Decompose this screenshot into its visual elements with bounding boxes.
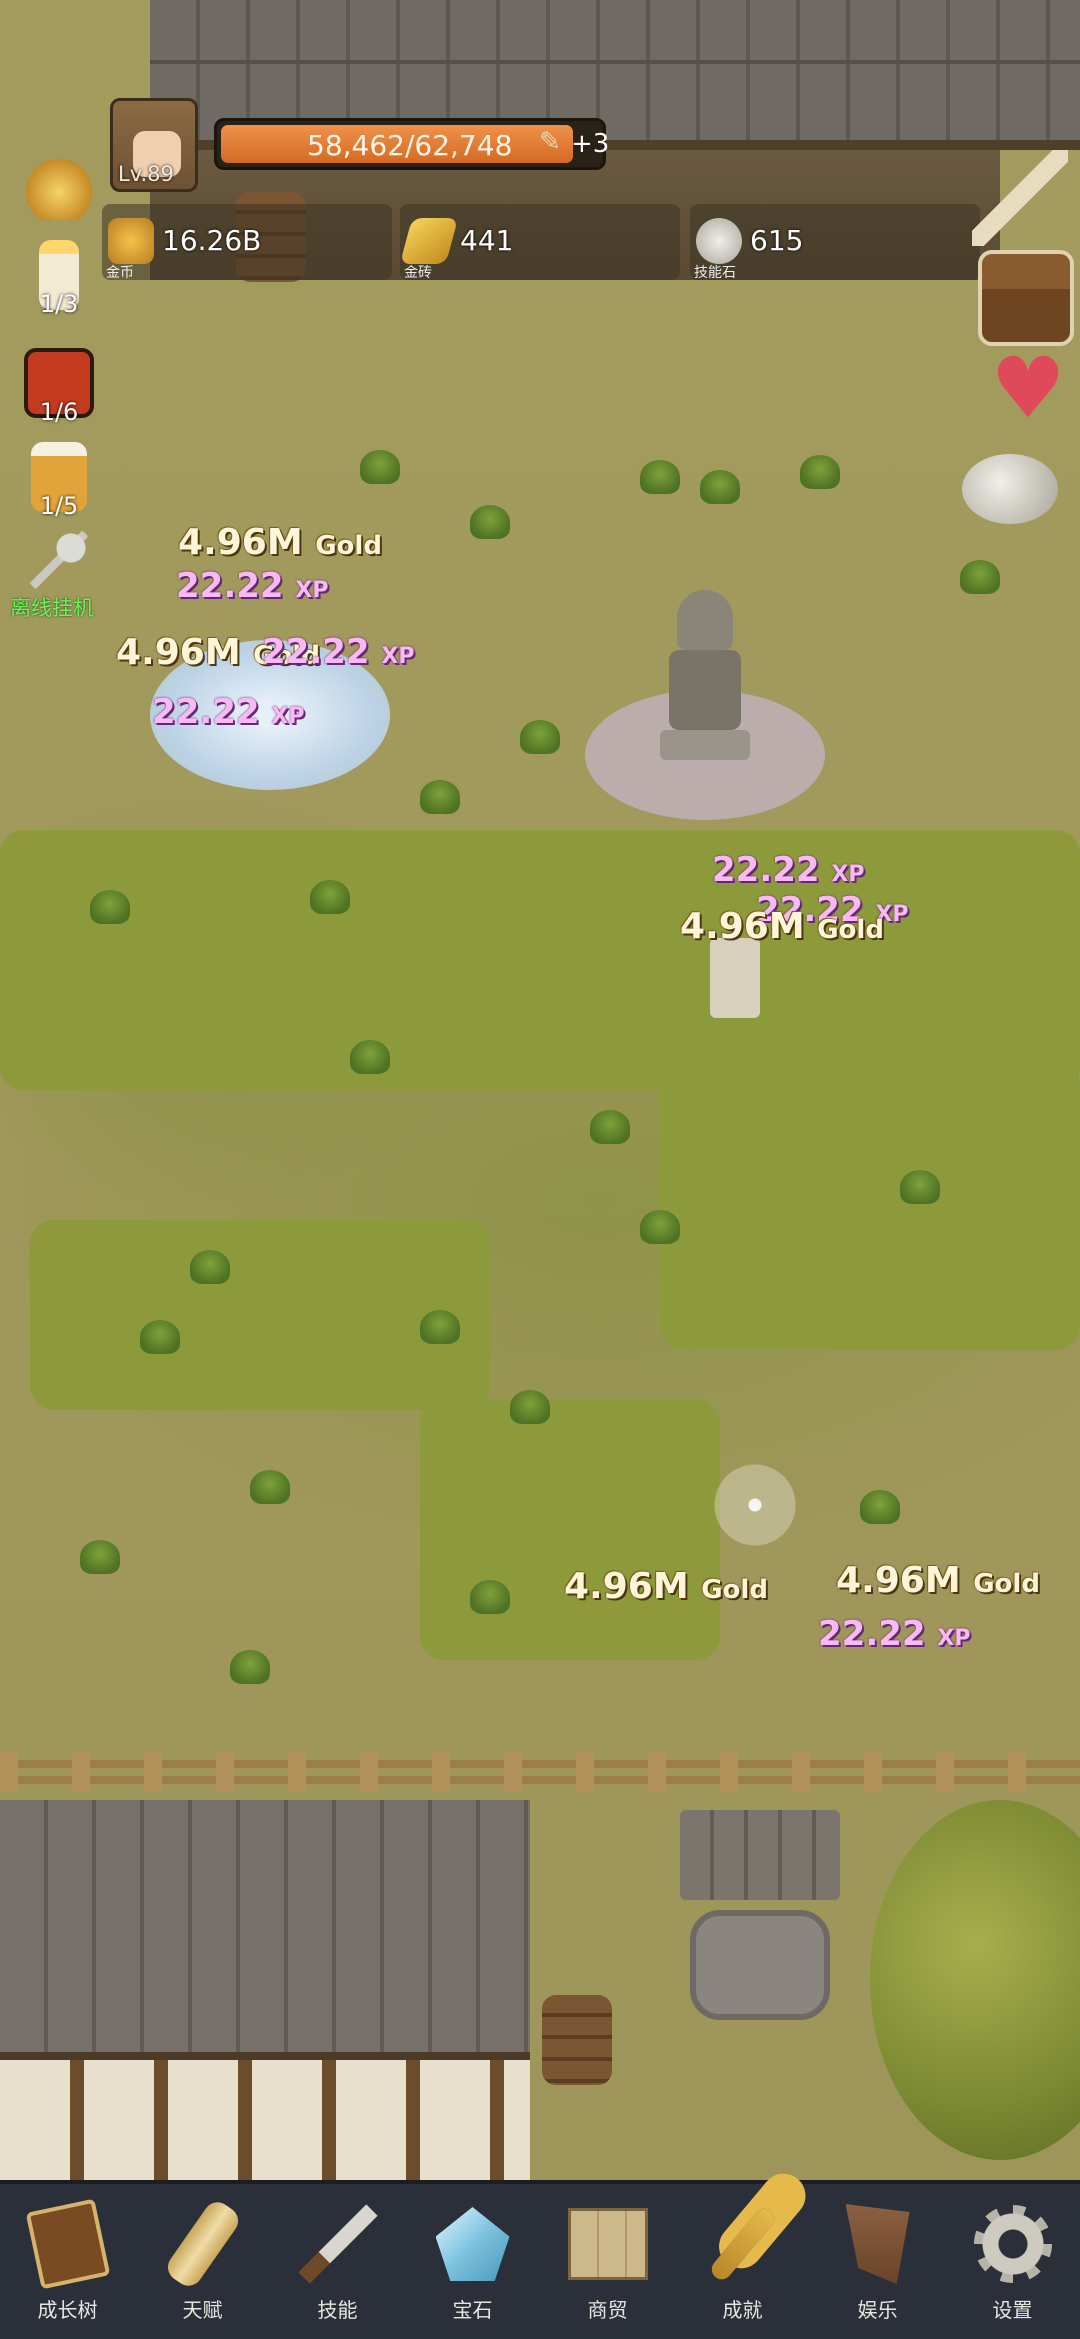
map-icon <box>562 2198 654 2290</box>
gold-coin-icon <box>108 218 154 264</box>
crop-plant <box>590 1110 630 1144</box>
dice-count: 1/6 <box>39 398 79 426</box>
crop-plant <box>420 1310 460 1344</box>
wooden-fence <box>0 1752 1080 1792</box>
grass-patch <box>660 1060 1080 1350</box>
nav-growth-tree[interactable]: 成长树 <box>0 2184 135 2339</box>
crop-plant <box>190 1250 230 1284</box>
sword-icon <box>972 150 1068 246</box>
crop-plant <box>960 560 1000 594</box>
bottom-building <box>0 1800 530 2180</box>
heart-button[interactable]: ♥ <box>980 340 1076 436</box>
nav-achievements[interactable]: 成就 <box>675 2184 810 2339</box>
crop-plant <box>860 1490 900 1524</box>
key-icon <box>29 530 89 590</box>
sparkle-effect <box>710 1460 800 1550</box>
bottom-navigation: 成长树 天赋 技能 宝石 商贸 成就 娱乐 设置 <box>0 2180 1080 2339</box>
grass-patch <box>0 830 1080 1090</box>
nav-trade[interactable]: 商贸 <box>540 2184 675 2339</box>
floating-gold-text: 4.96M Gold <box>836 1560 1040 1601</box>
resource-skill-stone[interactable]: 615 技能石 <box>690 204 980 281</box>
floating-xp-text: 22.22 XP <box>152 692 305 732</box>
gold-bar-icon <box>399 218 459 264</box>
floating-xp-text: 22.22 XP <box>262 632 415 672</box>
crop-plant <box>900 1170 940 1204</box>
treasure-chest-icon <box>982 254 1070 342</box>
sword-button[interactable] <box>972 150 1068 246</box>
xp-progress-text: 58,462/62,748 <box>307 129 513 162</box>
beer-button[interactable]: 1/5 <box>18 442 100 520</box>
floating-gold-text: 4.96M Gold <box>178 522 382 563</box>
crop-plant <box>640 460 680 494</box>
treasure-chest-button[interactable] <box>978 250 1074 346</box>
crown-icon <box>24 150 94 220</box>
afk-button[interactable] <box>18 530 100 590</box>
heart-icon: ♥ <box>990 339 1066 437</box>
resource-gold-bar[interactable]: 441 金砖 <box>399 204 680 281</box>
afk-label: 离线挂机 <box>10 596 94 620</box>
crystal-icon <box>427 2198 519 2290</box>
crop-plant <box>250 1470 290 1504</box>
barrel <box>542 1995 612 2085</box>
nav-talent[interactable]: 天赋 <box>135 2184 270 2339</box>
crop-plant <box>90 890 130 924</box>
water-well[interactable] <box>680 1810 840 2030</box>
crop-plant <box>470 505 510 539</box>
resource-gold-coin[interactable]: 16.26B 金币 <box>102 204 392 281</box>
gear-icon <box>967 2198 1059 2290</box>
sword-icon <box>292 2198 384 2290</box>
player-level: Lv.89 <box>118 162 174 186</box>
floating-xp-text: 22.22 XP <box>176 566 329 606</box>
stone-button[interactable] <box>962 440 1058 536</box>
crop-plant <box>470 1580 510 1614</box>
floating-gold-text: 4.96M Gold <box>564 1566 768 1607</box>
key-icon <box>697 2198 789 2290</box>
quill-icon: ✎ <box>539 127 561 157</box>
crop-plant <box>310 880 350 914</box>
crop-plant <box>800 455 840 489</box>
crop-plant <box>510 1390 550 1424</box>
tree <box>870 1800 1080 2160</box>
crown-button[interactable] <box>18 150 100 220</box>
crop-plant <box>360 450 400 484</box>
floating-xp-text: 22.22 XP <box>712 850 865 890</box>
game-scene[interactable] <box>0 0 1080 2180</box>
candle-button[interactable]: 1/3 <box>18 240 100 318</box>
floating-xp-text: 22.22 XP <box>818 1614 971 1654</box>
beer-count: 1/5 <box>39 492 79 520</box>
book-icon <box>22 2198 114 2290</box>
candle-count: 1/3 <box>39 290 79 318</box>
grass-patch <box>30 1220 490 1410</box>
crop-plant <box>640 1210 680 1244</box>
crop-plant <box>520 720 560 754</box>
dice-button[interactable]: 1/6 <box>18 348 100 426</box>
crop-plant <box>230 1650 270 1684</box>
crop-plant <box>420 780 460 814</box>
cat-npc[interactable] <box>710 938 760 1018</box>
nav-skills[interactable]: 技能 <box>270 2184 405 2339</box>
skill-stone-icon <box>962 454 1058 524</box>
flag-icon <box>832 2198 924 2290</box>
grass-patch <box>420 1400 720 1660</box>
floating-gold-text: 4.96M Gold <box>680 906 884 947</box>
nav-gems[interactable]: 宝石 <box>405 2184 540 2339</box>
crop-plant <box>350 1040 390 1074</box>
crop-plant <box>140 1320 180 1354</box>
xp-bonus-text: +3 <box>571 129 610 159</box>
nav-entertainment[interactable]: 娱乐 <box>810 2184 945 2339</box>
crop-plant <box>700 470 740 504</box>
angel-statue[interactable] <box>660 590 750 760</box>
xp-progress-bar: 58,462/62,748 ✎ +3 <box>214 118 610 170</box>
skill-stone-icon <box>696 218 742 264</box>
crop-plant <box>80 1540 120 1574</box>
scroll-icon <box>157 2196 249 2292</box>
nav-settings[interactable]: 设置 <box>945 2184 1080 2339</box>
